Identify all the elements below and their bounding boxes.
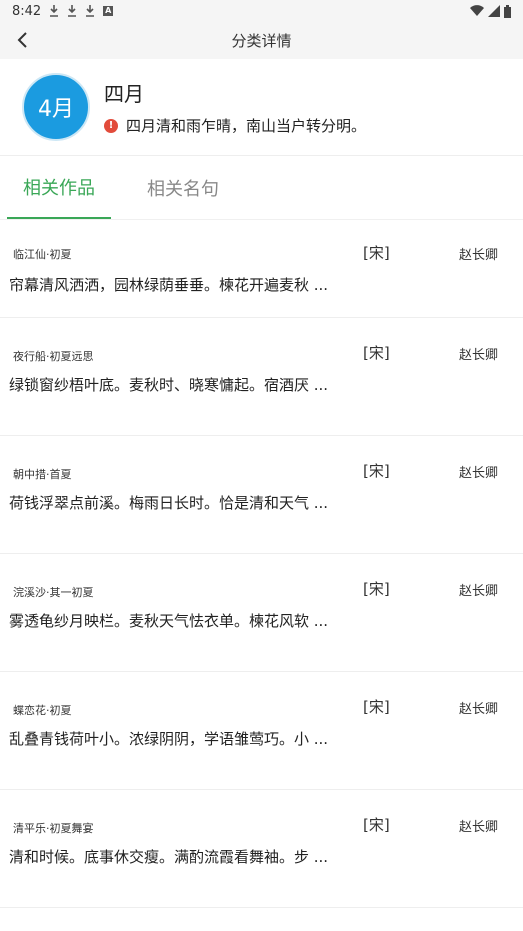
poem-author: 赵长卿 (459, 348, 499, 363)
poem-dynasty: [宋] (363, 462, 390, 480)
poem-excerpt: 乱叠青钱荷叶小。浓绿阴阴，学语雏莺巧。小 ... (9, 730, 329, 748)
download-icon (50, 5, 59, 17)
category-description-row: ! 四月清和雨乍晴，南山当户转分明。 (104, 115, 366, 136)
poem-author: 赵长卿 (459, 702, 499, 717)
list-item[interactable]: 浣溪沙·其一初夏 [宋] 赵长卿 雾透龟纱月映栏。麦秋天气怯衣单。楝花风软 ..… (0, 554, 523, 672)
category-name: 四月 (104, 82, 144, 106)
poem-dynasty: [宋] (363, 698, 390, 716)
category-avatar: 4月 (22, 73, 90, 141)
download-icon (86, 5, 95, 17)
poem-author: 赵长卿 (459, 820, 499, 835)
poem-title: 浣溪沙·其一初夏 (13, 586, 94, 599)
status-bar: 8:42 A (0, 0, 523, 22)
poem-author: 赵长卿 (459, 584, 499, 599)
poem-excerpt: 清和时候。底事休交瘦。满酌流霞看舞袖。步 ... (9, 848, 329, 866)
list-item[interactable]: 夜行船·初夏远思 [宋] 赵长卿 绿锁窗纱梧叶底。麦秋时、晓寒慵起。宿酒厌 ..… (0, 318, 523, 436)
notification-icons: A (49, 5, 114, 17)
battery-icon (504, 4, 511, 18)
status-bar-left: 8:42 A (12, 3, 114, 19)
list-item[interactable]: 清平乐·初夏舞宴 [宋] 赵长卿 清和时候。底事休交瘦。满酌流霞看舞袖。步 ..… (0, 790, 523, 908)
poem-dynasty: [宋] (363, 344, 390, 362)
poem-author: 赵长卿 (459, 248, 499, 263)
tab-bar: 相关作品 相关名句 (0, 156, 523, 220)
tab-related-quotes[interactable]: 相关名句 (131, 156, 235, 219)
poem-title: 朝中措·首夏 (13, 468, 72, 481)
poem-dynasty: [宋] (363, 244, 390, 262)
download-icon (68, 5, 77, 17)
list-item[interactable]: 临江仙·初夏 [宋] 赵长卿 帘幕清风洒洒，园林绿荫垂垂。楝花开遍麦秋 ... (0, 220, 523, 318)
back-button[interactable] (8, 26, 36, 54)
poem-author: 赵长卿 (459, 466, 499, 481)
poem-title: 清平乐·初夏舞宴 (13, 822, 94, 835)
app-bar: 分类详情 (0, 22, 523, 59)
poem-excerpt: 绿锁窗纱梧叶底。麦秋时、晓寒慵起。宿酒厌 ... (9, 376, 329, 394)
list-item[interactable]: 蝶恋花·初夏 [宋] 赵长卿 乱叠青钱荷叶小。浓绿阴阴，学语雏莺巧。小 ... (0, 672, 523, 790)
category-info: 四月 ! 四月清和雨乍晴，南山当户转分明。 (104, 78, 366, 136)
list-item[interactable]: 朝中措·首夏 [宋] 赵长卿 荷钱浮翠点前溪。梅雨日长时。恰是清和天气 ... (0, 436, 523, 554)
poem-title: 夜行船·初夏远思 (13, 350, 94, 363)
category-description: 四月清和雨乍晴，南山当户转分明。 (126, 117, 367, 135)
status-bar-right (470, 4, 511, 18)
poem-list: 临江仙·初夏 [宋] 赵长卿 帘幕清风洒洒，园林绿荫垂垂。楝花开遍麦秋 ... … (0, 220, 523, 908)
status-time: 8:42 (12, 3, 42, 19)
poem-title: 蝶恋花·初夏 (13, 704, 72, 717)
poem-excerpt: 帘幕清风洒洒，园林绿荫垂垂。楝花开遍麦秋 ... (9, 276, 329, 294)
poem-dynasty: [宋] (363, 580, 390, 598)
info-icon: ! (104, 118, 118, 133)
wifi-icon (470, 5, 484, 17)
poem-excerpt: 雾透龟纱月映栏。麦秋天气怯衣单。楝花风软 ... (9, 612, 329, 630)
page-title: 分类详情 (231, 32, 292, 50)
tab-related-works[interactable]: 相关作品 (7, 156, 111, 219)
signal-icon (488, 5, 500, 17)
a-icon: A (103, 6, 114, 16)
chevron-left-icon (17, 32, 27, 48)
category-header: 4月 四月 ! 四月清和雨乍晴，南山当户转分明。 (0, 59, 523, 156)
poem-title: 临江仙·初夏 (13, 248, 72, 261)
poem-dynasty: [宋] (363, 816, 390, 834)
poem-excerpt: 荷钱浮翠点前溪。梅雨日长时。恰是清和天气 ... (9, 494, 329, 512)
